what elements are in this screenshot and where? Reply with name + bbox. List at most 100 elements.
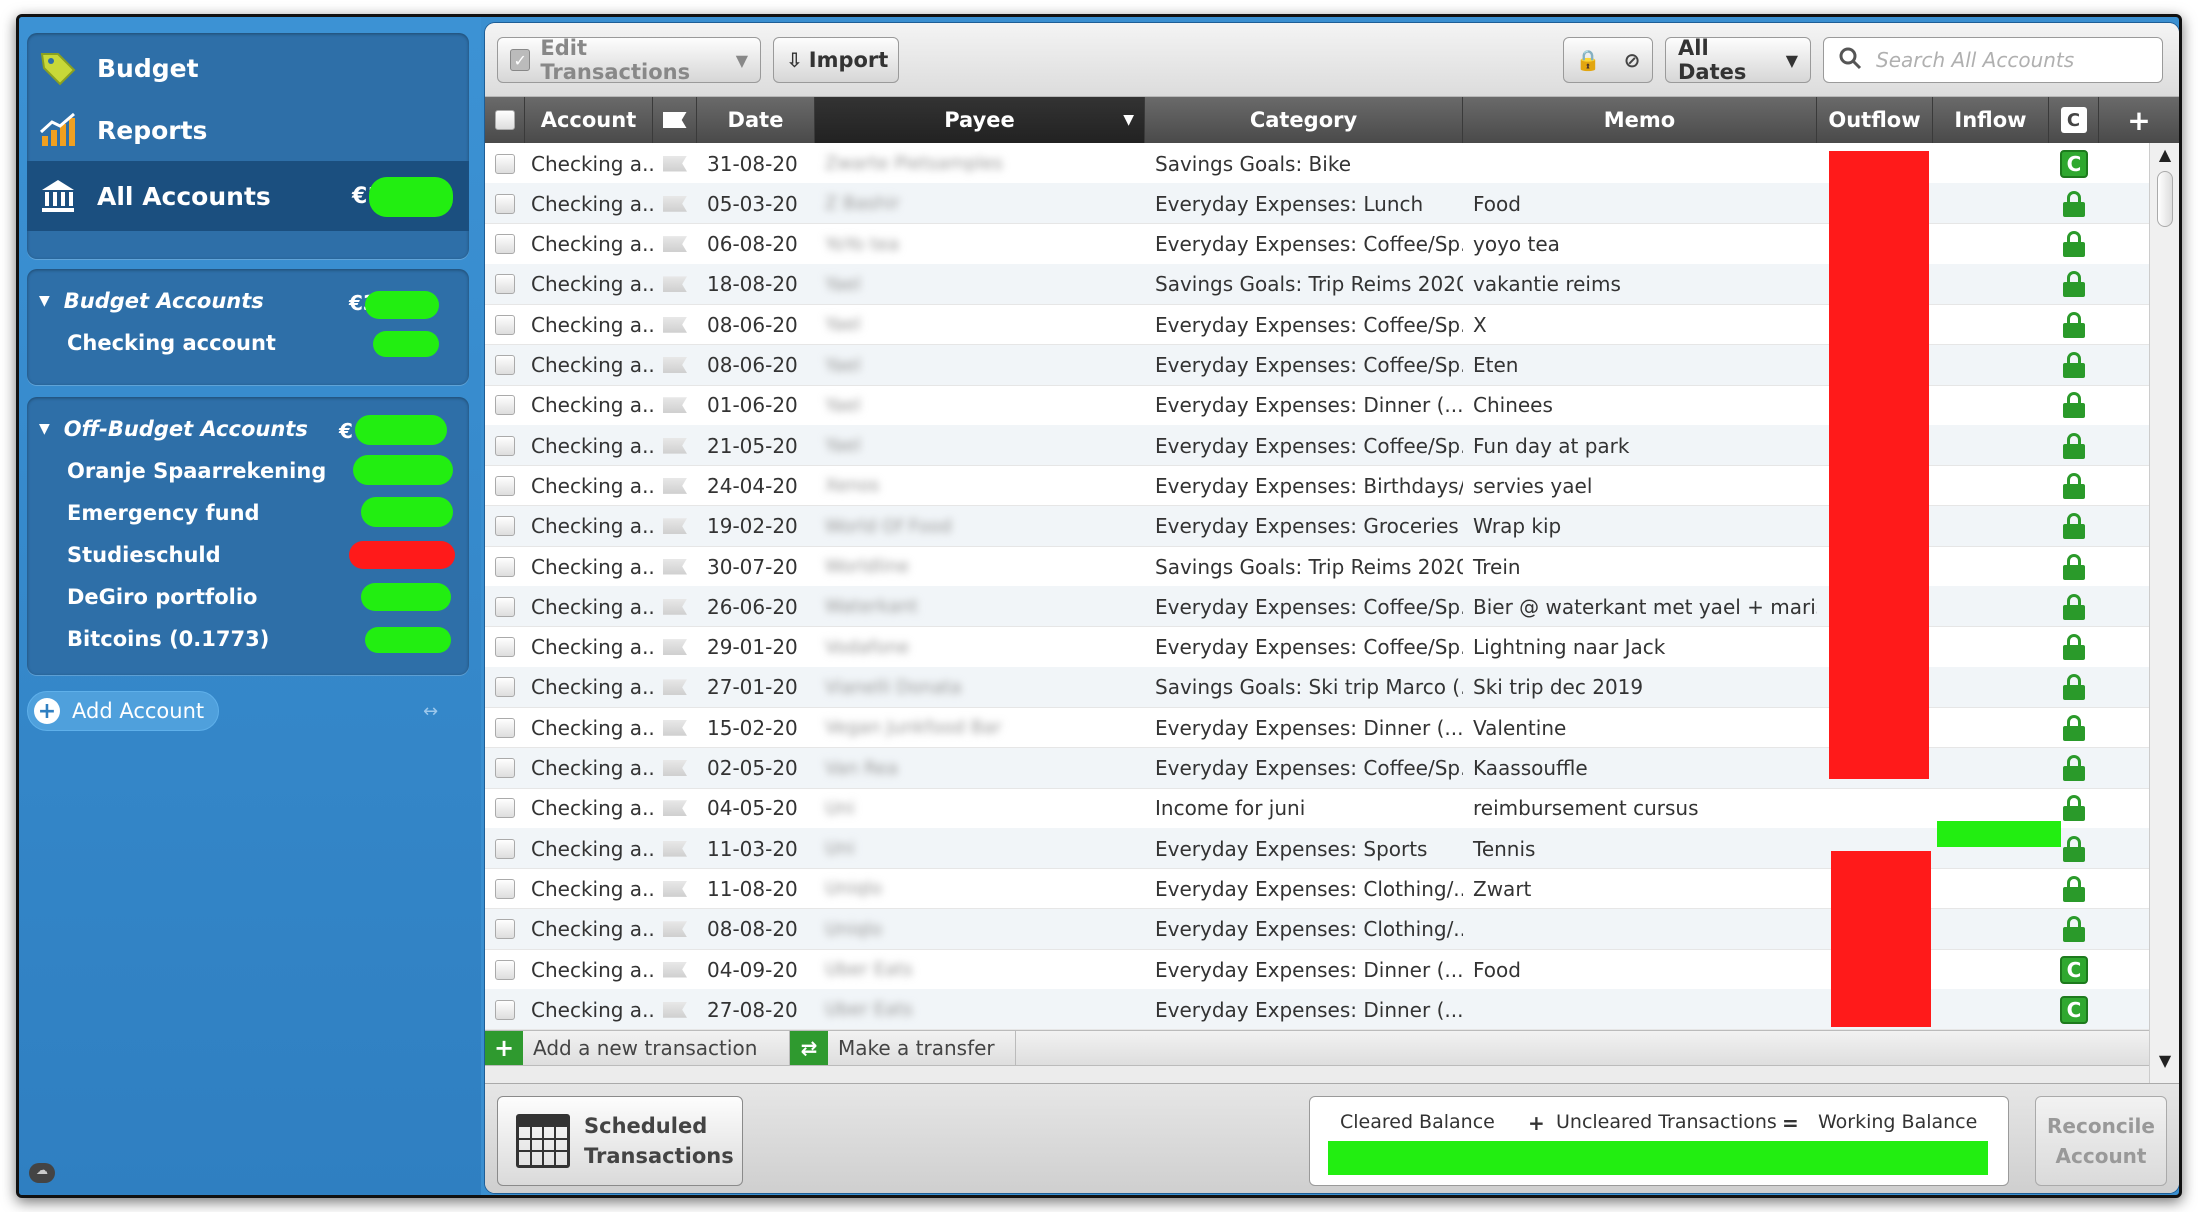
row-cleared-status[interactable] — [2049, 183, 2099, 224]
row-select-checkbox[interactable] — [485, 586, 525, 627]
row-account[interactable]: Checking a... — [525, 465, 653, 506]
row-date[interactable]: 21-05-20 — [697, 425, 815, 466]
account-degiro-portfolio[interactable]: DeGiro portfolio — [67, 585, 257, 609]
account-oranje-spaarrekening[interactable]: Oranje Spaarrekening — [67, 459, 326, 483]
row-category[interactable]: Everyday Expenses: Sports — [1145, 828, 1463, 869]
row-date[interactable]: 27-01-20 — [697, 667, 815, 708]
row-select-checkbox[interactable] — [485, 183, 525, 224]
row-payee[interactable]: Vianelli Donata — [815, 667, 1145, 708]
row-payee[interactable]: Uber Eats — [815, 989, 1145, 1030]
budget-accounts-header[interactable]: ▼ Budget Accounts — [39, 289, 264, 313]
row-memo[interactable]: Trein — [1463, 546, 1817, 587]
row-date[interactable]: 04-05-20 — [697, 788, 815, 829]
row-select-checkbox[interactable] — [485, 224, 525, 265]
row-account[interactable]: Checking a... — [525, 143, 653, 184]
row-category[interactable]: Income for juni — [1145, 788, 1463, 829]
row-cleared-status[interactable] — [2049, 465, 2099, 506]
scroll-down-icon[interactable]: ▼ — [2150, 1051, 2179, 1077]
row-account[interactable]: Checking a... — [525, 627, 653, 668]
row-memo[interactable]: vakantie reims — [1463, 264, 1817, 305]
row-payee[interactable]: Worldline — [815, 546, 1145, 587]
col-outflow[interactable]: Outflow — [1817, 97, 1933, 143]
row-account[interactable]: Checking a... — [525, 345, 653, 386]
import-button[interactable]: ⇩ Import — [773, 37, 899, 83]
row-cleared-status[interactable] — [2049, 385, 2099, 426]
row-select-checkbox[interactable] — [485, 345, 525, 386]
row-date[interactable]: 18-08-20 — [697, 264, 815, 305]
row-date[interactable]: 19-02-20 — [697, 506, 815, 547]
row-payee[interactable]: Uniqlo — [815, 909, 1145, 950]
nav-reports[interactable]: Reports — [27, 99, 469, 161]
row-category[interactable]: Everyday Expenses: Coffee/Sp... — [1145, 627, 1463, 668]
row-flag[interactable] — [653, 748, 697, 789]
col-inflow[interactable]: Inflow — [1933, 97, 2049, 143]
date-filter-dropdown[interactable]: All Dates ▼ — [1665, 36, 1811, 84]
row-memo[interactable] — [1463, 989, 1817, 1030]
row-payee[interactable]: Yael — [815, 264, 1145, 305]
row-payee[interactable]: Yael — [815, 345, 1145, 386]
row-memo[interactable]: Zwart — [1463, 868, 1817, 909]
row-date[interactable]: 27-08-20 — [697, 989, 815, 1030]
col-date[interactable]: Date — [697, 97, 815, 143]
row-select-checkbox[interactable] — [485, 707, 525, 748]
row-memo[interactable]: Tennis — [1463, 828, 1817, 869]
row-cleared-status[interactable] — [2049, 627, 2099, 668]
add-transaction-button[interactable]: + Add a new transaction — [485, 1031, 757, 1065]
row-cleared-status[interactable]: C — [2049, 989, 2099, 1030]
row-payee[interactable]: YoYo tea — [815, 224, 1145, 265]
row-memo[interactable]: Bier @ waterkant met yael + mariska — [1463, 586, 1817, 627]
row-category[interactable]: Everyday Expenses: Lunch — [1145, 183, 1463, 224]
row-date[interactable]: 02-05-20 — [697, 748, 815, 789]
row-payee[interactable]: Yael — [815, 304, 1145, 345]
row-select-checkbox[interactable] — [485, 909, 525, 950]
row-category[interactable]: Everyday Expenses: Dinner (... — [1145, 989, 1463, 1030]
row-date[interactable]: 05-03-20 — [697, 183, 815, 224]
scroll-thumb[interactable] — [2157, 171, 2173, 227]
row-account[interactable]: Checking a... — [525, 304, 653, 345]
row-flag[interactable] — [653, 183, 697, 224]
row-flag[interactable] — [653, 224, 697, 265]
row-select-checkbox[interactable] — [485, 788, 525, 829]
col-memo[interactable]: Memo — [1463, 97, 1817, 143]
row-date[interactable]: 31-08-20 — [697, 143, 815, 184]
row-account[interactable]: Checking a... — [525, 748, 653, 789]
row-category[interactable]: Savings Goals: Trip Reims 2020 — [1145, 546, 1463, 587]
off-budget-accounts-header[interactable]: ▼ Off-Budget Accounts — [39, 417, 308, 441]
row-account[interactable]: Checking a... — [525, 183, 653, 224]
scheduled-transactions-button[interactable]: Scheduled Transactions — [497, 1096, 743, 1186]
row-account[interactable]: Checking a... — [525, 868, 653, 909]
row-flag[interactable] — [653, 788, 697, 829]
row-memo[interactable]: servies yael — [1463, 465, 1817, 506]
row-date[interactable]: 24-04-20 — [697, 465, 815, 506]
row-flag[interactable] — [653, 425, 697, 466]
vertical-scrollbar[interactable]: ▲ ▼ — [2149, 143, 2179, 1083]
row-flag[interactable] — [653, 909, 697, 950]
row-flag[interactable] — [653, 707, 697, 748]
row-flag[interactable] — [653, 868, 697, 909]
row-cleared-status[interactable] — [2049, 224, 2099, 265]
row-cleared-status[interactable] — [2049, 345, 2099, 386]
row-cleared-status[interactable] — [2049, 667, 2099, 708]
row-account[interactable]: Checking a... — [525, 385, 653, 426]
lock-filter-button[interactable]: 🔒 ⊘ — [1563, 37, 1653, 83]
scroll-up-icon[interactable]: ▲ — [2150, 145, 2179, 171]
row-date[interactable]: 11-03-20 — [697, 828, 815, 869]
row-memo[interactable]: X — [1463, 304, 1817, 345]
row-flag[interactable] — [653, 465, 697, 506]
row-cleared-status[interactable] — [2049, 868, 2099, 909]
row-flag[interactable] — [653, 586, 697, 627]
row-date[interactable]: 26-06-20 — [697, 586, 815, 627]
row-cleared-status[interactable] — [2049, 586, 2099, 627]
row-category[interactable]: Everyday Expenses: Coffee/Sp... — [1145, 748, 1463, 789]
row-select-checkbox[interactable] — [485, 748, 525, 789]
row-cleared-status[interactable]: C — [2049, 949, 2099, 990]
row-account[interactable]: Checking a... — [525, 989, 653, 1030]
row-memo[interactable] — [1463, 143, 1817, 184]
row-memo[interactable]: Kaassouffle — [1463, 748, 1817, 789]
add-column-button[interactable]: + — [2099, 97, 2179, 143]
row-select-checkbox[interactable] — [485, 425, 525, 466]
row-select-checkbox[interactable] — [485, 546, 525, 587]
row-memo[interactable] — [1463, 909, 1817, 950]
row-account[interactable]: Checking a... — [525, 425, 653, 466]
row-memo[interactable]: yoyo tea — [1463, 224, 1817, 265]
